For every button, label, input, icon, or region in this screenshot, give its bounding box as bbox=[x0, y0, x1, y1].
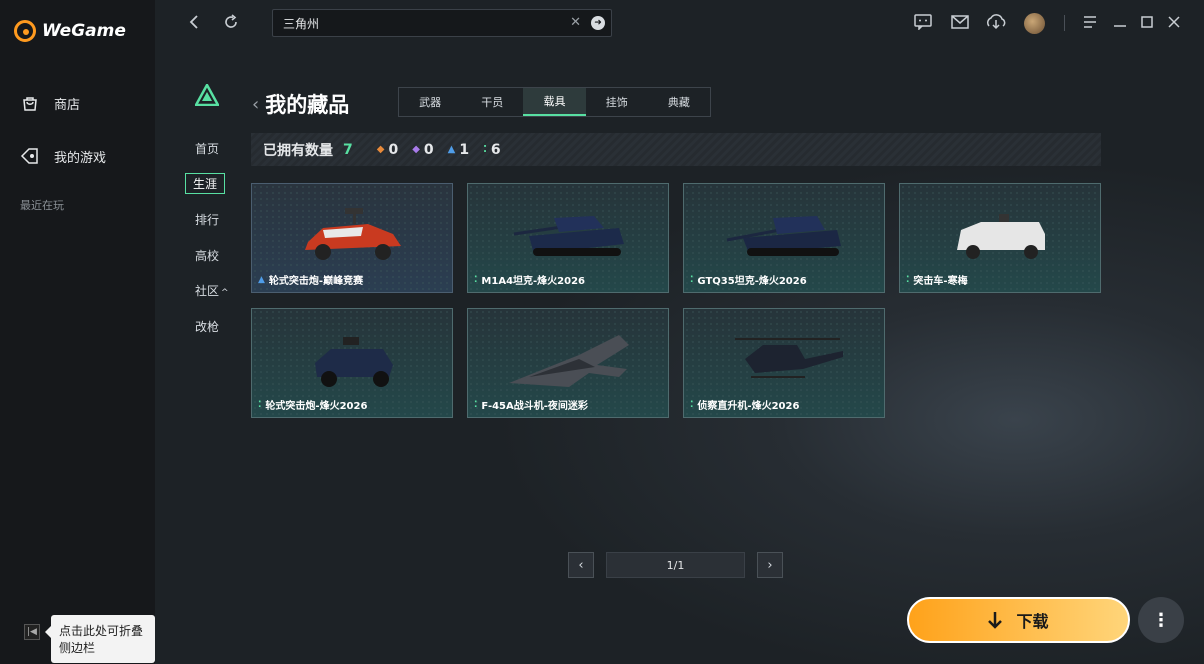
collection-tabs: 武器 干员 载具 挂饰 典藏 bbox=[398, 87, 711, 117]
tank-icon bbox=[726, 216, 841, 256]
search-bar: ✕ ➜ bbox=[272, 9, 612, 37]
vehicle-card[interactable]: ▲ 轮式突击炮-巅峰竞赛 bbox=[251, 183, 453, 293]
vehicle-name: M1A4坦克-烽火2026 bbox=[481, 276, 586, 287]
tab-vehicles[interactable]: 载具 bbox=[523, 88, 586, 116]
game-menu-community[interactable]: 社区 ^ bbox=[195, 282, 229, 299]
rarity-purple-stat: ◆ 0 bbox=[412, 142, 433, 158]
vehicle-card[interactable]: ⁚ GTQ35坦克-烽火2026 bbox=[683, 183, 885, 293]
wegame-logo[interactable]: WeGame bbox=[14, 20, 126, 42]
delta-force-logo-icon[interactable] bbox=[195, 84, 219, 106]
owned-label: 已拥有数量 bbox=[263, 142, 333, 159]
vehicle-card[interactable]: ⁚ F-45A战斗机-夜间迷彩 bbox=[467, 308, 669, 418]
green-rarity-icon: ⁚ bbox=[474, 399, 478, 410]
collapse-sidebar-icon[interactable]: |◀ bbox=[24, 624, 40, 640]
assault-vehicle-icon bbox=[957, 214, 1045, 259]
vehicle-name: GTQ35坦克-烽火2026 bbox=[697, 276, 807, 287]
rarity-green-stat: ⁚ 6 bbox=[483, 142, 501, 158]
download-manager-icon[interactable] bbox=[986, 12, 1006, 32]
topbar-divider bbox=[1064, 15, 1065, 31]
sidebar-item-my-games[interactable]: 我的游戏 bbox=[20, 146, 106, 166]
sidebar-item-shop[interactable]: 商店 bbox=[20, 93, 80, 113]
rarity-green-count: 6 bbox=[490, 141, 501, 158]
download-label: 下载 bbox=[1016, 612, 1049, 631]
wegame-sidebar: WeGame 商店 我的游戏 最近在玩 |◀ 点击此处可折叠侧边栏 bbox=[0, 0, 155, 664]
green-rarity-icon: ⁚ bbox=[483, 144, 487, 155]
back-icon[interactable] bbox=[184, 12, 204, 32]
top-bar: ✕ ➜ bbox=[155, 0, 1204, 46]
game-menu-modify-gun[interactable]: 改枪 bbox=[195, 318, 219, 335]
rarity-blue-count: 1 bbox=[459, 141, 470, 158]
blue-rarity-icon: ▲ bbox=[447, 144, 456, 155]
download-arrow-icon bbox=[988, 612, 1003, 629]
minimize-icon[interactable] bbox=[1110, 12, 1130, 32]
mail-icon[interactable] bbox=[950, 12, 970, 32]
game-menu-career[interactable]: 生涯 bbox=[185, 173, 226, 194]
search-go-icon[interactable]: ➜ bbox=[591, 16, 605, 30]
menu-icon[interactable] bbox=[1080, 12, 1100, 32]
owned-stats-bar: 已拥有数量 7 ◆ 0 ◆ 0 ▲ 1 ⁚ 6 bbox=[251, 133, 1101, 166]
vehicle-name: 侦察直升机-烽火2026 bbox=[697, 401, 800, 412]
next-page-icon[interactable]: › bbox=[757, 552, 783, 578]
green-rarity-icon: ⁚ bbox=[690, 274, 694, 285]
tab-weapons[interactable]: 武器 bbox=[399, 88, 461, 116]
recent-played-heading: 最近在玩 bbox=[20, 199, 64, 212]
vehicle-name: F-45A战斗机-夜间迷彩 bbox=[481, 401, 588, 412]
game-menu-rank[interactable]: 排行 bbox=[195, 211, 219, 228]
game-menu-home[interactable]: 首页 bbox=[195, 140, 219, 157]
vehicle-card[interactable]: ⁚ 突击车-寒梅 bbox=[899, 183, 1101, 293]
download-button[interactable]: 下载 bbox=[907, 597, 1130, 643]
rarity-blue-stat: ▲ 1 bbox=[448, 142, 469, 158]
more-options-icon[interactable]: ⋮ bbox=[1138, 597, 1184, 643]
purple-rarity-icon: ◆ bbox=[412, 144, 420, 155]
shop-bag-icon bbox=[20, 93, 40, 113]
vehicle-card[interactable]: ⁚ M1A4坦克-烽火2026 bbox=[467, 183, 669, 293]
collapse-tooltip: 点击此处可折叠侧边栏 bbox=[45, 615, 155, 663]
tab-charms[interactable]: 挂饰 bbox=[586, 88, 648, 116]
vehicle-name: 轮式突击炮-巅峰竞赛 bbox=[268, 276, 364, 287]
page-header: ‹ 我的藏品 bbox=[252, 89, 349, 119]
green-rarity-icon: ⁚ bbox=[906, 274, 910, 285]
page-indicator: 1/1 bbox=[606, 552, 745, 578]
tab-operators[interactable]: 干员 bbox=[461, 88, 523, 116]
search-input[interactable] bbox=[283, 16, 553, 30]
community-label: 社区 bbox=[195, 284, 220, 298]
close-icon[interactable] bbox=[1164, 12, 1184, 32]
vehicle-name: 突击车-寒梅 bbox=[913, 276, 968, 287]
refresh-icon[interactable] bbox=[221, 12, 241, 32]
wegame-logo-icon bbox=[14, 20, 36, 42]
green-rarity-icon: ⁚ bbox=[690, 399, 694, 410]
main-content: ✕ ➜ 首页 生涯 排行 高校 社区^ 改枪 bbox=[155, 0, 1204, 664]
prev-page-icon[interactable]: ‹ bbox=[568, 552, 594, 578]
game-controller-icon bbox=[20, 146, 40, 166]
tank-icon bbox=[513, 216, 624, 256]
fighter-jet-icon bbox=[509, 335, 629, 387]
orange-rarity-icon: ◆ bbox=[376, 144, 385, 155]
rarity-purple-count: 0 bbox=[423, 141, 434, 158]
helicopter-icon bbox=[735, 338, 843, 378]
vehicle-card[interactable]: ⁚ 轮式突击炮-烽火2026 bbox=[251, 308, 453, 418]
chat-icon[interactable] bbox=[913, 12, 933, 32]
rarity-orange-count: 0 bbox=[388, 141, 399, 158]
clear-search-icon[interactable]: ✕ bbox=[570, 15, 581, 30]
owned-count: 7 bbox=[343, 141, 353, 158]
green-rarity-icon: ⁚ bbox=[258, 399, 262, 410]
rarity-orange-stat: ◆ 0 bbox=[377, 142, 398, 158]
game-menu-college[interactable]: 高校 bbox=[195, 247, 219, 264]
sidebar-item-label: 商店 bbox=[54, 97, 81, 113]
avatar[interactable] bbox=[1024, 13, 1045, 34]
brand-name: WeGame bbox=[42, 21, 126, 41]
armored-car-icon bbox=[315, 337, 393, 387]
back-chevron-icon[interactable]: ‹ bbox=[252, 94, 259, 115]
page-title: 我的藏品 bbox=[265, 93, 350, 117]
vehicle-card[interactable]: ⁚ 侦察直升机-烽火2026 bbox=[683, 308, 885, 418]
blue-rarity-icon: ▲ bbox=[258, 274, 265, 285]
chevron-up-icon: ^ bbox=[221, 288, 229, 298]
maximize-icon[interactable] bbox=[1137, 12, 1157, 32]
tab-collection[interactable]: 典藏 bbox=[648, 88, 710, 116]
green-rarity-icon: ⁚ bbox=[474, 274, 478, 285]
sidebar-item-label: 我的游戏 bbox=[54, 150, 107, 166]
armored-car-icon bbox=[305, 208, 401, 260]
vehicle-name: 轮式突击炮-烽火2026 bbox=[265, 401, 368, 412]
